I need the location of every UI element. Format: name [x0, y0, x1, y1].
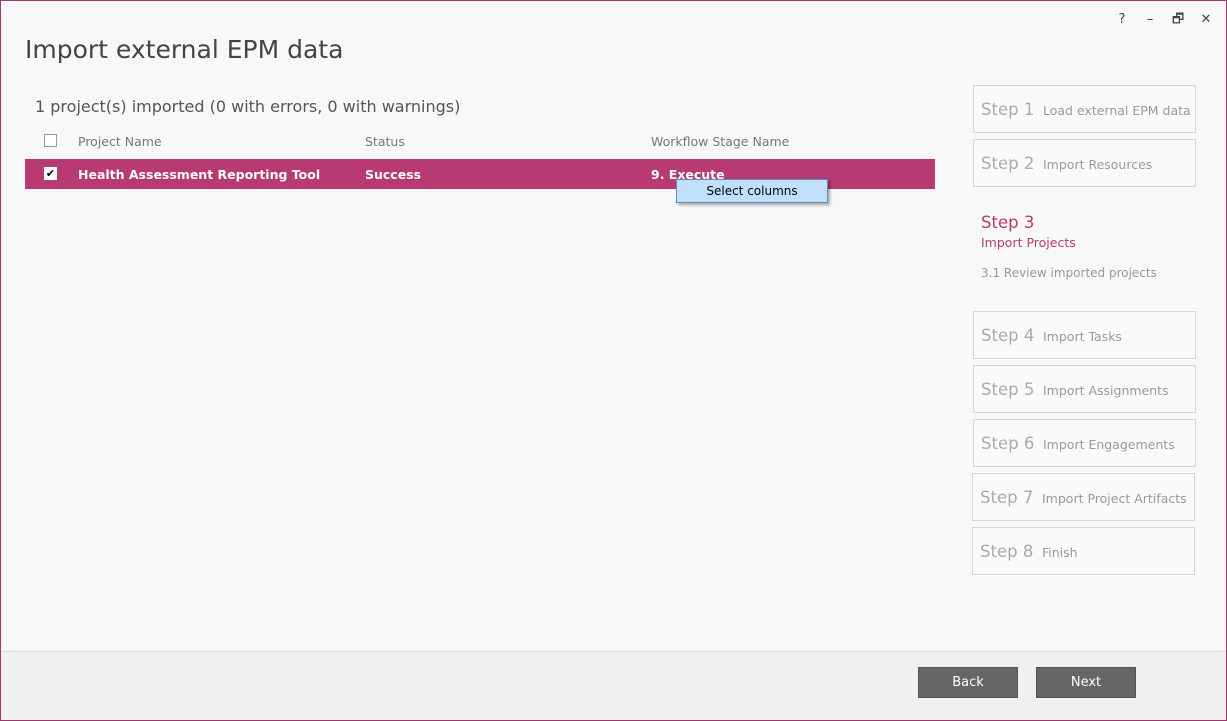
restore-icon[interactable]: 🗗 — [1172, 11, 1184, 29]
step-number: Step 6 — [981, 434, 1035, 453]
step-5[interactable]: Step 5 Import Assignments — [973, 365, 1196, 413]
column-header-workflow-stage[interactable]: Workflow Stage Name — [651, 134, 789, 149]
minimize-icon[interactable]: – — [1144, 11, 1156, 29]
context-menu-select-columns[interactable]: Select columns — [676, 179, 828, 203]
row-project-name: Health Assessment Reporting Tool — [78, 167, 321, 182]
step-7[interactable]: Step 7 Import Project Artifacts — [972, 473, 1195, 521]
help-icon[interactable]: ? — [1116, 11, 1128, 29]
back-button[interactable]: Back — [918, 667, 1018, 698]
step-3-active: Step 3 Import Projects 3.1 Review import… — [981, 213, 1157, 280]
row-status: Success — [365, 167, 422, 182]
step-number: Step 4 — [981, 326, 1035, 345]
close-icon[interactable]: ✕ — [1200, 11, 1212, 29]
step-2[interactable]: Step 2 Import Resources — [973, 139, 1196, 187]
step-number: Step 8 — [980, 542, 1034, 561]
column-header-project-name[interactable]: Project Name — [78, 134, 162, 149]
wizard-window: ? – 🗗 ✕ Import external EPM data 1 proje… — [0, 0, 1227, 721]
step-number: Step 5 — [981, 380, 1035, 399]
next-button[interactable]: Next — [1036, 667, 1136, 698]
step-4[interactable]: Step 4 Import Tasks — [973, 311, 1196, 359]
step-number: Step 3 — [981, 213, 1035, 232]
step-6[interactable]: Step 6 Import Engagements — [973, 419, 1196, 467]
page-title: Import external EPM data — [25, 35, 344, 64]
step-number: Step 2 — [981, 154, 1035, 173]
step-1[interactable]: Step 1 Load external EPM data — [973, 85, 1196, 133]
column-header-status[interactable]: Status — [365, 134, 405, 149]
step-label: Import Project Artifacts — [1042, 491, 1187, 506]
checkmark-icon: ✔ — [45, 167, 56, 180]
step-label: Load external EPM data — [1043, 103, 1191, 118]
grid-header: Project Name Status Workflow Stage Name — [25, 129, 935, 155]
import-summary: 1 project(s) imported (0 with errors, 0 … — [35, 97, 461, 116]
wizard-footer: Back Next — [1, 651, 1226, 720]
step-label: Import Assignments — [1043, 383, 1169, 398]
step-label: Import Engagements — [1043, 437, 1175, 452]
window-controls: ? – 🗗 ✕ — [1116, 11, 1212, 29]
step-8[interactable]: Step 8 Finish — [972, 527, 1195, 575]
step-label: Import Tasks — [1043, 329, 1122, 344]
substep-label: 3.1 Review imported projects — [981, 266, 1157, 280]
row-checkbox[interactable]: ✔ — [44, 167, 57, 180]
select-all-checkbox[interactable] — [44, 134, 57, 147]
step-number: Step 1 — [981, 100, 1035, 119]
step-label: Finish — [1042, 545, 1078, 560]
step-label: Import Projects — [981, 235, 1076, 250]
step-label: Import Resources — [1043, 157, 1153, 172]
step-number: Step 7 — [980, 488, 1034, 507]
